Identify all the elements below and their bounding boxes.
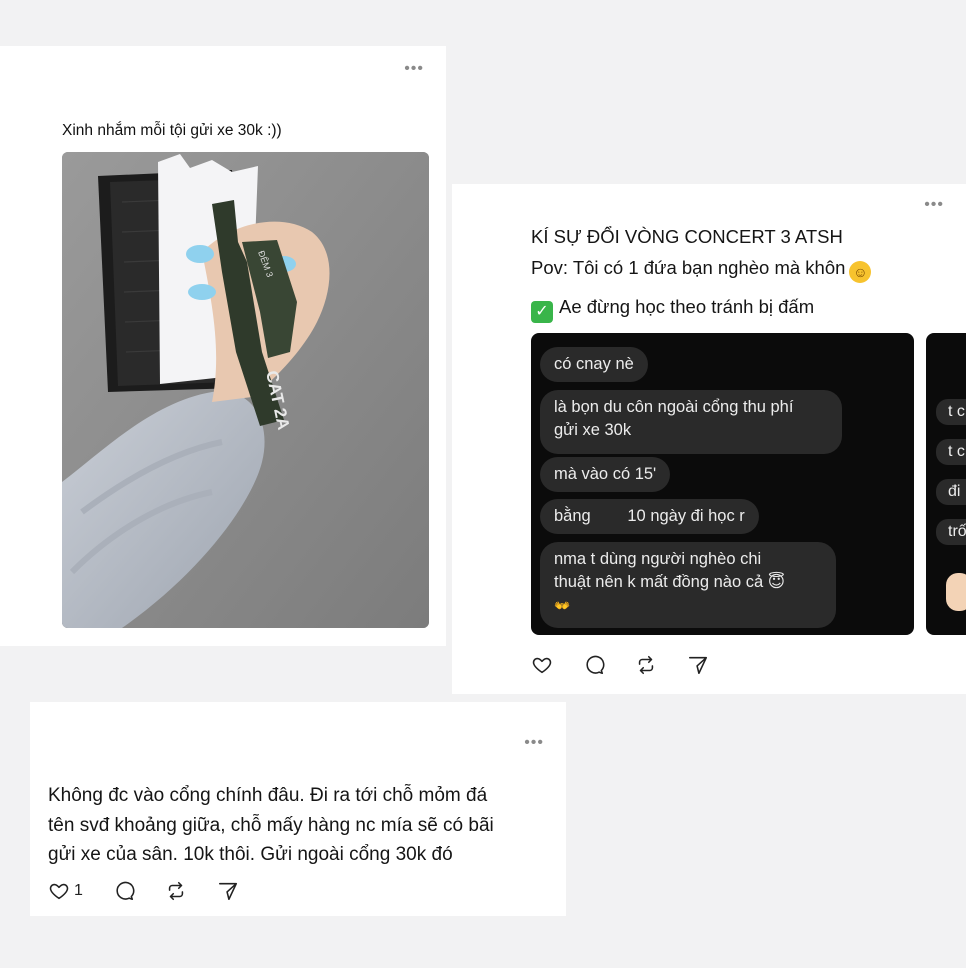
- repost-button[interactable]: [165, 880, 187, 902]
- chat-bubble: bằng 10 ngày đi học r: [540, 499, 759, 534]
- chat-line: là bọn du côn ngoài cổng thu phí: [554, 398, 794, 416]
- chat-bubble: trố: [936, 519, 966, 545]
- chat-line: nma t dùng người nghèo chi: [554, 550, 762, 568]
- photo-wristband-wallet: CAT 2A ĐÊM 3: [62, 152, 429, 628]
- post-pov: Pov: Tôi có 1 đứa bạn nghèo mà khôn ☺: [531, 257, 872, 283]
- heart-icon: [49, 883, 69, 900]
- post-card-1: ••• Xinh nhắm mỗi tội gửi xe 30k :)) CAT…: [0, 46, 446, 646]
- hand-emoji-icon: [946, 573, 966, 611]
- chat-bubble: t c: [936, 399, 966, 425]
- comment-button[interactable]: [583, 654, 605, 676]
- more-options-icon[interactable]: •••: [924, 197, 944, 213]
- share-button[interactable]: [217, 880, 239, 902]
- more-options-icon[interactable]: •••: [404, 61, 424, 77]
- pov-text: Pov: Tôi có 1 đứa bạn nghèo mà khôn: [531, 257, 846, 278]
- chat-line: gửi xe 30k: [554, 421, 632, 439]
- like-button[interactable]: [531, 654, 553, 676]
- post-advice: ✓ Ae đừng học theo tránh bị đấm: [531, 296, 814, 323]
- chat-bubble: là bọn du côn ngoài cổng thu phí gửi xe …: [540, 390, 842, 454]
- share-icon: [218, 882, 237, 901]
- repost-icon: [638, 655, 654, 675]
- reply-actions: 1: [48, 880, 269, 902]
- chat-screenshot-image[interactable]: có cnay nè là bọn du côn ngoài cổng thu …: [531, 333, 914, 635]
- chat-bubble: đi: [936, 479, 966, 505]
- share-icon: [688, 656, 708, 675]
- chat-bubble: mà vào có 15': [540, 457, 671, 492]
- advice-text: Ae đừng học theo tránh bị đấm: [559, 296, 815, 317]
- reply-text: Không đc vào cổng chính đâu. Đi ra tới c…: [48, 785, 494, 865]
- post-photo[interactable]: CAT 2A ĐÊM 3: [62, 152, 429, 628]
- chat-bubble: có cnay nè: [540, 347, 648, 382]
- post-card-2: ••• KÍ SỰ ĐỔI VÒNG CONCERT 3 ATSH Pov: T…: [452, 184, 966, 694]
- comment-icon: [586, 655, 605, 675]
- chat-line: thuật nên k mất đồng nào cả 😇: [554, 573, 785, 591]
- heart-icon: [532, 657, 552, 674]
- comment-icon: [116, 881, 135, 901]
- post-title: KÍ SỰ ĐỔI VÒNG CONCERT 3 ATSH: [531, 226, 843, 247]
- share-button[interactable]: [687, 654, 709, 676]
- repost-icon: [168, 881, 184, 901]
- smiling-face-icon: ☺: [849, 261, 872, 283]
- check-mark-icon: ✓: [531, 301, 553, 323]
- post-actions: [531, 654, 739, 676]
- post-text: Xinh nhắm mỗi tội gửi xe 30k :)): [62, 122, 282, 139]
- chat-screenshot-image-2[interactable]: t c t c đi trố: [926, 333, 966, 635]
- chat-line: 👐: [554, 598, 571, 613]
- more-options-icon[interactable]: •••: [524, 735, 544, 751]
- repost-button[interactable]: [635, 654, 657, 676]
- reply-card: ••• Không đc vào cổng chính đâu. Đi ra t…: [30, 702, 566, 916]
- like-count: 1: [74, 882, 83, 899]
- chat-bubble: nma t dùng người nghèo chi thuật nên k m…: [540, 542, 836, 628]
- like-button[interactable]: 1: [48, 880, 83, 902]
- chat-bubble: t c: [936, 439, 966, 465]
- comment-button[interactable]: [113, 880, 135, 902]
